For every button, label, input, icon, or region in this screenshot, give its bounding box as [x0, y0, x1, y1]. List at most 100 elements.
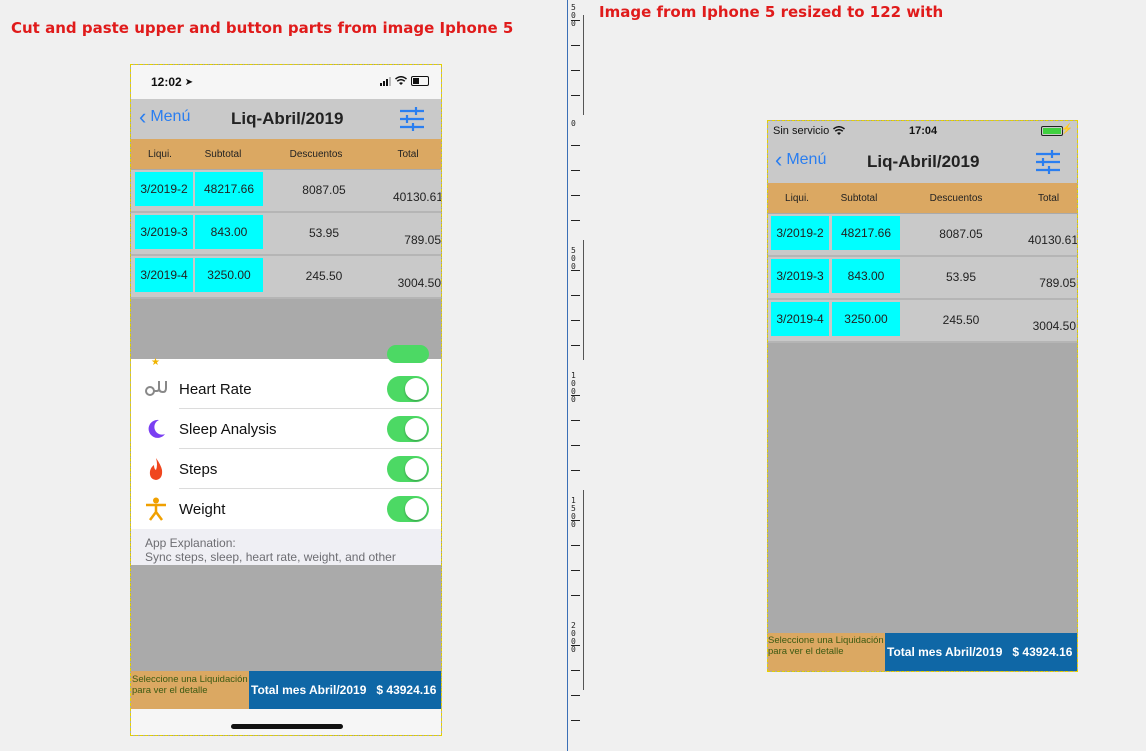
column-header: Liqui.	[148, 148, 172, 160]
chevron-left-icon: ‹	[139, 104, 147, 129]
total-cell: 40130.61	[1027, 233, 1078, 247]
table-row[interactable]: 3/2019-2 48217.66 8087.05 40130.61	[768, 214, 1077, 257]
steps-toggle[interactable]	[387, 456, 429, 482]
subtotal-cell[interactable]: 3250.00	[195, 258, 263, 292]
list-item-heart-rate[interactable]: Heart Rate	[131, 369, 441, 409]
footer-bar: Seleccione una Liquidación para ver el d…	[131, 671, 441, 709]
column-header: Descuentos	[289, 148, 343, 160]
ruler-label: 2 0 0 0	[571, 621, 576, 654]
page-title: Liq-Abril/2019	[867, 152, 980, 171]
page-title: Liq-Abril/2019	[231, 109, 344, 128]
weight-toggle[interactable]	[387, 496, 429, 522]
table-header: Liqui. Subtotal Descuentos Total	[131, 139, 441, 169]
right-caption: Image from Iphone 5 resized to 122 with	[599, 3, 944, 21]
column-header: Total	[397, 148, 419, 160]
list-item-label: Heart Rate	[179, 380, 252, 398]
subtotal-cell[interactable]: 843.00	[832, 259, 900, 293]
select-hint: Seleccione una Liquidación para ver el d…	[131, 671, 249, 709]
total-cell: 789.05	[404, 233, 441, 247]
liqui-cell[interactable]: 3/2019-2	[135, 172, 193, 206]
status-time: 17:04	[909, 125, 938, 137]
wifi-icon	[833, 126, 846, 135]
carrier-label: Sin servicio	[773, 125, 830, 137]
ruler-label: 0	[571, 119, 576, 128]
back-label: Menú	[786, 151, 827, 168]
list-item-label: Weight	[179, 500, 226, 518]
app-explanation: App Explanation: Sync steps, sleep, hear…	[131, 529, 441, 565]
list-item-label: Steps	[179, 460, 218, 478]
subtotal-cell[interactable]: 48217.66	[195, 172, 263, 206]
explanation-title: App Explanation:	[145, 536, 236, 550]
descuentos-cell: 53.95	[308, 226, 340, 240]
total-label: Total mes Abril/2019	[887, 645, 1003, 659]
month-total: Total mes Abril/2019 $ 43924.16	[885, 633, 1077, 671]
list-item-weight[interactable]: Weight	[131, 489, 441, 529]
descuentos-cell: 8087.05	[302, 183, 346, 197]
table-header: Liqui. Subtotal Descuentos Total	[768, 183, 1077, 213]
column-header: Descuentos	[929, 192, 983, 204]
charging-icon: ⚡	[1060, 124, 1073, 135]
vertical-ruler[interactable]: 5 0 0 0 5 0 0 1 0 0 0 1 5 0 0 2 0 0 0	[567, 0, 584, 751]
table-row[interactable]: 3/2019-3 843.00 53.95 789.05	[131, 213, 441, 256]
liqui-cell[interactable]: 3/2019-2	[771, 216, 829, 250]
column-header: Subtotal	[204, 148, 242, 160]
back-button[interactable]: ‹ Menú	[775, 149, 826, 171]
footer-bar: Seleccione una Liquidación para ver el d…	[768, 633, 1077, 671]
liqui-cell[interactable]: 3/2019-3	[135, 215, 193, 249]
status-bar: 12:02 ➤	[131, 65, 441, 99]
home-indicator[interactable]	[231, 724, 343, 729]
total-cell: 3004.50	[1032, 319, 1076, 333]
total-cell: 789.05	[1039, 276, 1076, 290]
navigation-bar: ‹ Menú Liq-Abril/2019	[768, 141, 1077, 183]
table-row[interactable]: 3/2019-4 3250.00 245.50 3004.50	[768, 300, 1077, 343]
subtotal-cell[interactable]: 48217.66	[832, 216, 900, 250]
ruler-label: 5 0 0	[571, 3, 576, 28]
month-total: Total mes Abril/2019 $ 43924.16	[249, 671, 441, 709]
filter-settings-icon[interactable]	[1035, 150, 1061, 174]
total-label: Total mes Abril/2019	[251, 683, 367, 697]
list-item-steps[interactable]: Steps	[131, 449, 441, 489]
subtotal-cell[interactable]: 843.00	[195, 215, 263, 249]
sleep-analysis-toggle[interactable]	[387, 416, 429, 442]
home-area	[131, 709, 441, 735]
location-arrow-icon: ➤	[184, 76, 194, 88]
moon-icon	[143, 416, 169, 442]
right-phone-screenshot: Sin servicio 17:04 ⚡ ‹ Menú Liq-Abril/20…	[767, 120, 1078, 672]
filter-settings-icon[interactable]	[399, 107, 425, 131]
list-item-sleep-analysis[interactable]: Sleep Analysis	[131, 409, 441, 449]
total-value: $ 43924.16	[1012, 645, 1073, 659]
liqui-cell[interactable]: 3/2019-3	[771, 259, 829, 293]
explanation-text: Sync steps, sleep, heart rate, weight, a…	[145, 550, 396, 564]
wifi-icon	[395, 76, 407, 85]
person-icon	[143, 496, 169, 522]
star-icon: ★	[151, 357, 160, 368]
navigation-bar: ‹ Menú Liq-Abril/2019	[131, 99, 441, 139]
liqui-cell[interactable]: 3/2019-4	[135, 258, 193, 292]
total-value: $ 43924.16	[376, 683, 437, 697]
column-header: Liqui.	[785, 192, 809, 204]
heart-rate-toggle[interactable]	[387, 376, 429, 402]
ruler-label: 5 0 0	[571, 246, 576, 271]
signal-icon	[380, 77, 391, 86]
back-button[interactable]: ‹ Menú	[139, 106, 190, 128]
descuentos-cell: 245.50	[305, 269, 343, 283]
battery-icon	[411, 76, 429, 86]
column-header: Subtotal	[840, 192, 878, 204]
descuentos-cell: 245.50	[942, 313, 980, 327]
subtotal-cell[interactable]: 3250.00	[832, 302, 900, 336]
descuentos-cell: 53.95	[945, 270, 977, 284]
liqui-cell[interactable]: 3/2019-4	[771, 302, 829, 336]
select-hint: Seleccione una Liquidación para ver el d…	[768, 633, 885, 671]
table-row[interactable]: 3/2019-3 843.00 53.95 789.05	[768, 257, 1077, 300]
left-phone-screenshot: 12:02 ➤ ‹ Menú Liq-Abril/2019 Liqui. Sub…	[130, 64, 442, 736]
table-row[interactable]: 3/2019-4 3250.00 245.50 3004.50	[131, 256, 441, 299]
stethoscope-icon	[143, 376, 169, 402]
ruler-label: 1 5 0 0	[571, 496, 576, 529]
back-label: Menú	[150, 108, 191, 125]
table-row[interactable]: 3/2019-2 48217.66 8087.05 40130.61	[131, 170, 441, 213]
status-time: 12:02	[151, 75, 182, 89]
flame-icon	[143, 456, 169, 482]
status-bar: Sin servicio 17:04 ⚡	[768, 121, 1077, 141]
left-caption: Cut and paste upper and button parts fro…	[11, 19, 514, 37]
ruler-label: 1 0 0 0	[571, 371, 576, 404]
